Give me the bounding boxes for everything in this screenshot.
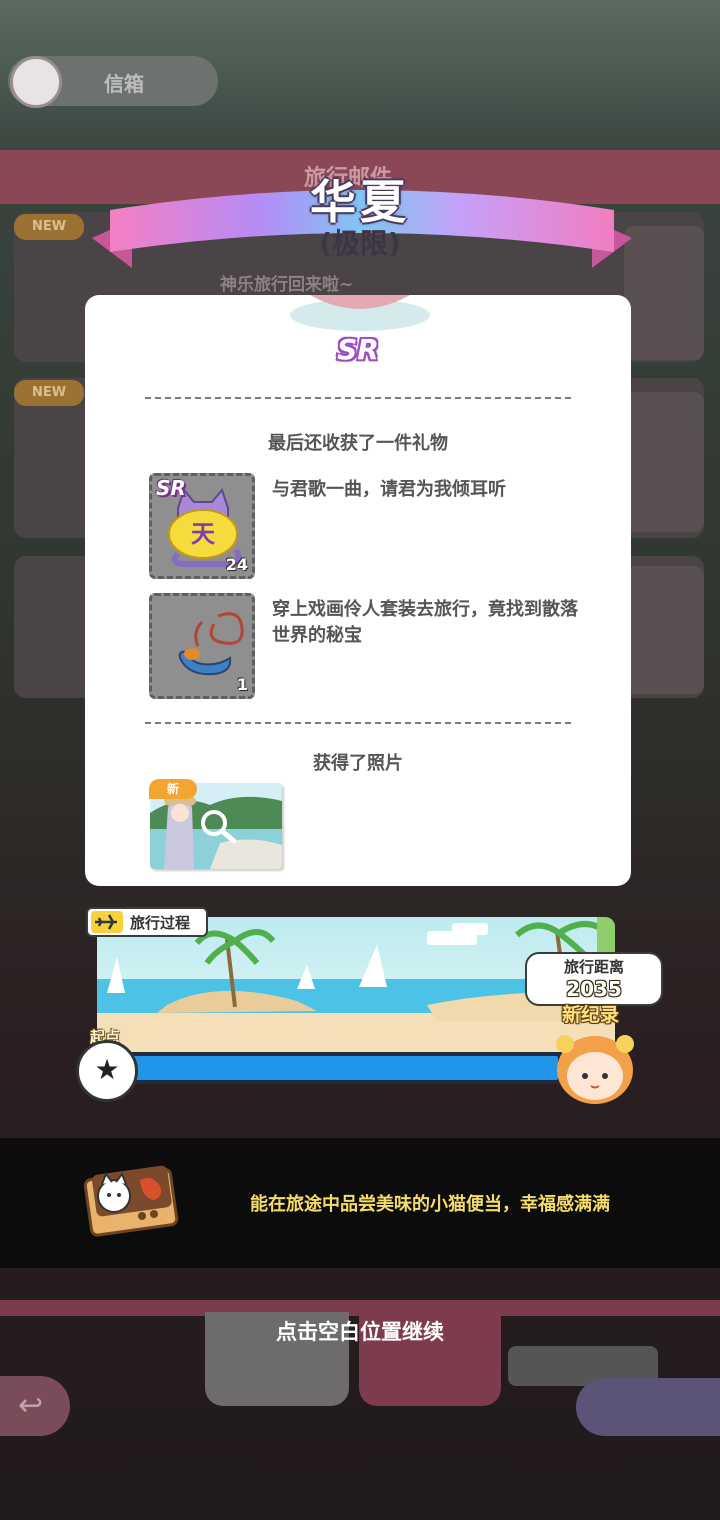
divider (145, 722, 571, 724)
cat-bento-icon (83, 1165, 179, 1237)
travel-process-tag: 旅行过程 (86, 907, 208, 937)
item-description: 与君歌一曲，请君为我倾耳听 (272, 479, 506, 500)
travel-process-label: 旅行过程 (130, 914, 191, 932)
item-count: 1 (236, 675, 248, 694)
airplane-icon (91, 911, 123, 933)
travel-event-message: 能在旅途中品尝美味的小猫便当，幸福感满满 (250, 1194, 610, 1215)
photo-new-badge: 新 (149, 779, 197, 799)
svg-text:天: 天 (191, 520, 215, 548)
reward-panel: SR 最后还收获了一件礼物 天 SR 24 与君歌一曲，请君为我倾耳听 1 穿上… (85, 295, 631, 886)
magnifier-icon[interactable] (200, 809, 232, 841)
travel-distance-box: 旅行距离 2035 (525, 952, 663, 1006)
item-description: 穿上戏画伶人套装去旅行，竟找到散落世界的秘宝 (272, 599, 578, 646)
photo-section-title: 获得了照片 (313, 753, 403, 774)
start-star-icon: ★ (76, 1040, 138, 1102)
reward-item-card[interactable]: 1 (149, 593, 255, 699)
rarity-label: SR (337, 333, 379, 366)
travel-progress-fill (116, 1056, 558, 1080)
difficulty-subtitle: (极限) (319, 227, 401, 260)
item-count: 24 (225, 555, 248, 574)
gift-section-title: 最后还收获了一件礼物 (268, 433, 448, 454)
chibi-character-icon (556, 1035, 634, 1104)
divider (145, 397, 571, 399)
distance-value: 2035 (566, 977, 622, 1001)
reward-item-card[interactable]: 天 SR 24 (149, 473, 255, 579)
item-rarity-label: SR (156, 476, 186, 500)
tap-to-continue-hint: 点击空白位置继续 (276, 1320, 444, 1344)
distance-label: 旅行距离 (563, 958, 624, 976)
